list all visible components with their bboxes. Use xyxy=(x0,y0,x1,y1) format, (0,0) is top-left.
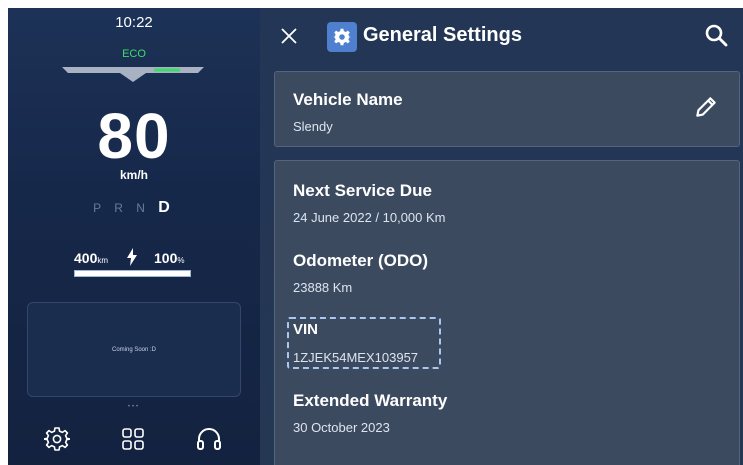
battery-bar xyxy=(74,270,191,277)
battery-bar-fill xyxy=(75,271,190,276)
close-icon xyxy=(281,28,297,44)
apps-dock-button[interactable] xyxy=(118,424,148,454)
range-value: 400 xyxy=(74,250,98,266)
settings-panel: General Settings Vehicle Name Slendy Nex… xyxy=(260,8,743,465)
gear-selector: P R N D xyxy=(8,199,260,217)
service-due-label: Next Service Due xyxy=(293,181,432,200)
gear-icon xyxy=(333,28,351,46)
battery-unit: % xyxy=(177,256,185,265)
clock: 10:22 xyxy=(115,14,153,31)
battery-value: 100 xyxy=(154,250,178,266)
search-icon xyxy=(705,24,728,47)
range-unit: km xyxy=(97,256,109,265)
odometer-value: 23888 Km xyxy=(293,280,353,295)
gear-icon xyxy=(44,427,70,451)
settings-header: General Settings xyxy=(260,8,743,64)
charge-bolt-icon xyxy=(127,248,137,266)
apps-grid-icon xyxy=(122,428,144,450)
battery-readout: 100% xyxy=(154,250,184,266)
speed-unit: km/h xyxy=(119,168,148,182)
media-widget-text: Coming Soon :D xyxy=(111,346,157,353)
search-button[interactable] xyxy=(701,20,731,50)
drive-mode-label: ECO xyxy=(122,48,146,60)
close-button[interactable] xyxy=(274,21,304,51)
eco-gauge xyxy=(62,67,204,82)
media-widget[interactable]: Coming Soon :D xyxy=(27,302,241,397)
support-dock-button[interactable] xyxy=(194,424,224,454)
instrument-cluster: 10:22 ECO 80 km/h P R N D 400km 100% Com… xyxy=(8,8,260,465)
gear-active: D xyxy=(158,199,175,216)
range-readout: 400km xyxy=(74,250,108,266)
vehicle-info-card: Next Service Due 24 June 2022 / 10,000 K… xyxy=(274,160,740,465)
quick-dock xyxy=(8,424,260,454)
service-due-value: 24 June 2022 / 10,000 Km xyxy=(293,210,446,225)
settings-badge xyxy=(327,22,357,52)
headset-icon xyxy=(197,428,221,450)
odometer-label: Odometer (ODO) xyxy=(293,251,429,270)
warranty-label: Extended Warranty xyxy=(293,391,448,410)
vin-value[interactable]: 1ZJEK54MEX103957 xyxy=(293,350,418,365)
vehicle-name-label: Vehicle Name xyxy=(293,90,403,109)
speed-readout: 80 xyxy=(97,100,171,172)
settings-dock-button[interactable] xyxy=(42,424,72,454)
vehicle-name-value: Slendy xyxy=(293,119,333,134)
vin-label: VIN xyxy=(293,321,319,338)
gear-inactive: P R N xyxy=(93,201,150,215)
vehicle-name-card[interactable]: Vehicle Name Slendy xyxy=(274,71,740,147)
pencil-icon[interactable] xyxy=(693,94,719,120)
page-indicator: ••• xyxy=(127,404,141,410)
infotainment-screen: 10:22 ECO 80 km/h P R N D 400km 100% Com… xyxy=(8,8,743,465)
warranty-value: 30 October 2023 xyxy=(293,420,390,435)
page-title: General Settings xyxy=(363,24,522,46)
